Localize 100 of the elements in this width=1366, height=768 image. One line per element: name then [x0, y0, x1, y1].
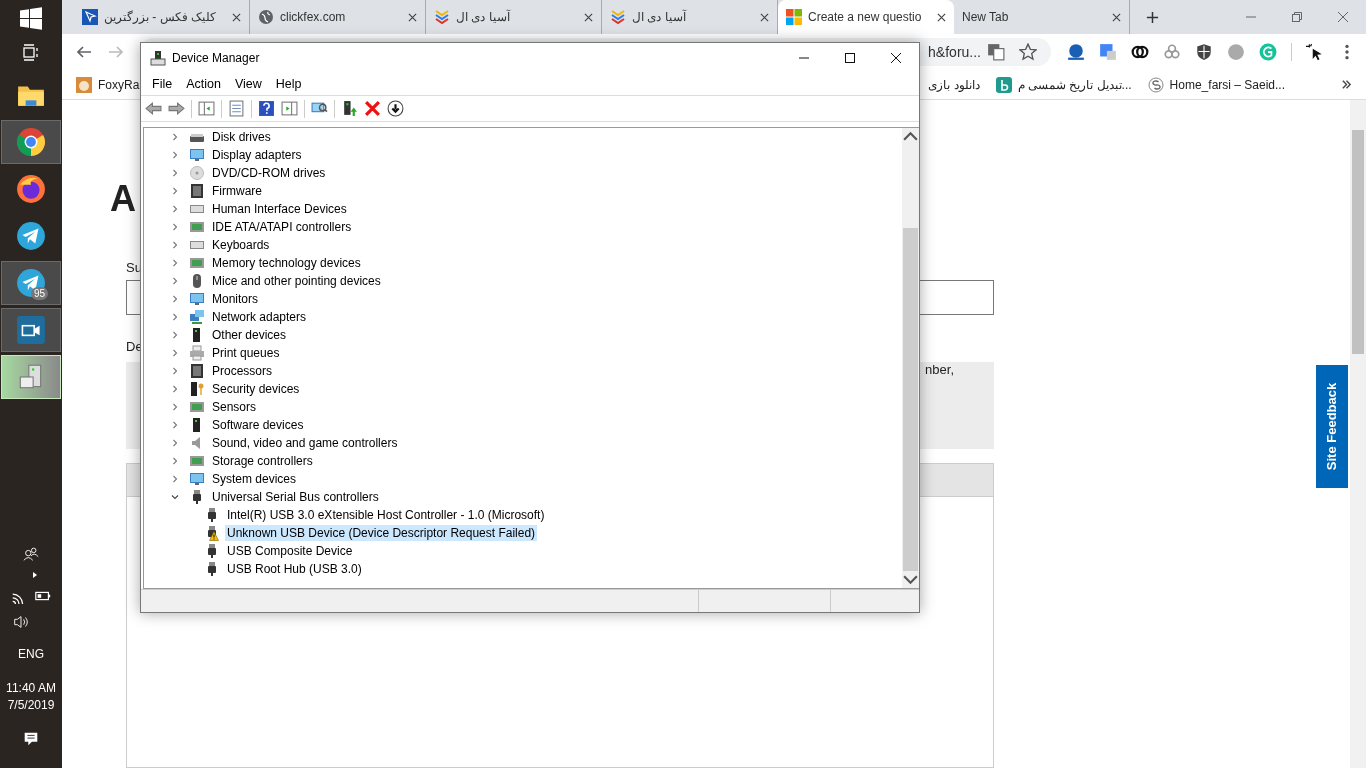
clock-date[interactable]: 7/5/2019: [7, 698, 55, 712]
action-pane-icon[interactable]: [281, 100, 298, 117]
telegram-icon: [16, 268, 46, 298]
tree-item[interactable]: Sensors: [210, 399, 259, 416]
shield-icon[interactable]: [1195, 43, 1213, 61]
forward-icon[interactable]: [168, 100, 185, 117]
tree-item[interactable]: Storage controllers: [210, 453, 315, 470]
menu-item[interactable]: View: [227, 76, 269, 91]
volume-icon[interactable]: [12, 613, 30, 631]
expander-icon[interactable]: [171, 421, 179, 430]
start-icon[interactable]: [19, 7, 43, 31]
taskbar-app-button[interactable]: [1, 120, 61, 164]
close-icon[interactable]: [584, 12, 593, 22]
cursor-icon[interactable]: [1306, 43, 1324, 61]
tree-item[interactable]: System devices: [210, 471, 299, 488]
menu-item[interactable]: File: [145, 76, 180, 91]
bookmark-link[interactable]: تبدیل تاریخ شمسی م...: [995, 76, 1132, 93]
expander-icon[interactable]: [171, 475, 179, 484]
expander-icon[interactable]: [171, 277, 179, 286]
expander-icon[interactable]: [171, 295, 179, 304]
grammar-icon[interactable]: [1259, 43, 1277, 61]
expander-icon[interactable]: [171, 493, 179, 502]
browser-tab[interactable]: Create a new questio: [778, 0, 954, 34]
scrollbar[interactable]: [902, 128, 919, 589]
expander-icon[interactable]: [171, 187, 179, 196]
tree-item[interactable]: USB Root Hub (USB 3.0): [225, 561, 364, 578]
menu-item[interactable]: Action: [179, 76, 228, 91]
extension-icon[interactable]: [1067, 43, 1085, 61]
close-icon[interactable]: [232, 12, 241, 22]
tree-item[interactable]: Other devices: [210, 327, 289, 344]
tree-item[interactable]: Display adapters: [210, 147, 304, 164]
bookmark-link[interactable]: دانلود بازی: [928, 77, 980, 92]
star-icon[interactable]: [1019, 43, 1037, 61]
expander-icon[interactable]: [171, 367, 179, 376]
notification-icon[interactable]: [22, 730, 40, 748]
taskbar-app-button[interactable]: [1, 308, 61, 352]
tree-item[interactable]: Disk drives: [210, 129, 273, 146]
tree-item[interactable]: Processors: [210, 363, 275, 380]
expander-icon[interactable]: [171, 349, 179, 358]
tree-item[interactable]: Firmware: [210, 183, 264, 200]
update-driver-icon[interactable]: [341, 100, 358, 117]
expander-icon[interactable]: [171, 151, 179, 160]
site-feedback-tab[interactable]: Site Feedback: [1316, 365, 1348, 488]
expander-icon[interactable]: [171, 205, 179, 214]
tree-item[interactable]: Network adapters: [210, 309, 309, 326]
uninstall-icon[interactable]: [364, 100, 381, 117]
more-bookmarks-icon[interactable]: [1341, 79, 1352, 90]
tree-item[interactable]: Memory technology devices: [210, 255, 363, 272]
tree-item[interactable]: Print queues: [210, 345, 282, 362]
tree-item[interactable]: Monitors: [210, 291, 260, 308]
globe-icon: [258, 9, 274, 25]
expander-icon[interactable]: [171, 331, 179, 340]
bookmark-link[interactable]: FoxyRa: [76, 76, 140, 93]
close-icon[interactable]: [408, 12, 417, 22]
expander-icon[interactable]: [171, 385, 179, 394]
expander-icon[interactable]: [171, 457, 179, 466]
link-icon[interactable]: [1131, 43, 1149, 61]
back-icon[interactable]: [76, 44, 92, 60]
expander-icon[interactable]: [171, 313, 179, 322]
tree-item[interactable]: DVD/CD-ROM drives: [210, 165, 328, 182]
language-indicator[interactable]: ENG: [18, 647, 44, 661]
expander-icon[interactable]: [171, 223, 179, 232]
close-icon[interactable]: [937, 12, 946, 22]
tree-pane-icon[interactable]: [198, 100, 215, 117]
tree-item[interactable]: Keyboards: [210, 237, 272, 254]
translate-icon[interactable]: [1099, 43, 1117, 61]
extension-icon[interactable]: [1163, 43, 1181, 61]
tree-item[interactable]: Security devices: [210, 381, 302, 398]
tree-item[interactable]: Unknown USB Device (Device Descriptor Request Failed): [225, 525, 538, 542]
close-icon[interactable]: [760, 12, 769, 22]
taskbar-app-button[interactable]: 95: [1, 261, 61, 305]
tree-item[interactable]: Sound, video and game controllers: [210, 435, 400, 452]
disable-icon[interactable]: [387, 100, 404, 117]
back-icon[interactable]: [145, 100, 162, 117]
tree-item[interactable]: IDE ATA/ATAPI controllers: [210, 219, 354, 236]
tree-item[interactable]: Universal Serial Bus controllers: [210, 489, 381, 506]
new-tab-icon[interactable]: [1146, 11, 1159, 24]
translate-icon[interactable]: [987, 43, 1005, 61]
close-icon[interactable]: [1112, 12, 1121, 22]
people-icon[interactable]: [22, 545, 40, 563]
scrollbar[interactable]: [1350, 100, 1366, 768]
tree-item[interactable]: USB Composite Device: [225, 543, 355, 560]
tree-item[interactable]: Mice and other pointing devices: [210, 273, 383, 290]
help-icon[interactable]: [258, 100, 275, 117]
chevron-icon[interactable]: [31, 571, 39, 579]
tree-item[interactable]: Human Interface Devices: [210, 201, 349, 218]
expander-icon[interactable]: [171, 259, 179, 268]
bookmark-link[interactable]: Home_farsi – Saeid...: [1147, 76, 1285, 93]
task-view-icon[interactable]: [21, 43, 41, 63]
expander-icon[interactable]: [171, 241, 179, 250]
expander-icon[interactable]: [171, 133, 179, 142]
expander-icon[interactable]: [171, 169, 179, 178]
menu-item[interactable]: Help: [268, 76, 309, 91]
tree-item[interactable]: Software devices: [210, 417, 306, 434]
expander-icon[interactable]: [171, 439, 179, 448]
expander-icon[interactable]: [171, 403, 179, 412]
tree-item[interactable]: Intel(R) USB 3.0 eXtensible Host Controller - 1.0 (Microsoft): [225, 507, 547, 524]
chevrons-icon: [610, 9, 626, 25]
properties-icon[interactable]: [228, 100, 245, 117]
clock-time[interactable]: 11:40 AM: [6, 681, 56, 695]
